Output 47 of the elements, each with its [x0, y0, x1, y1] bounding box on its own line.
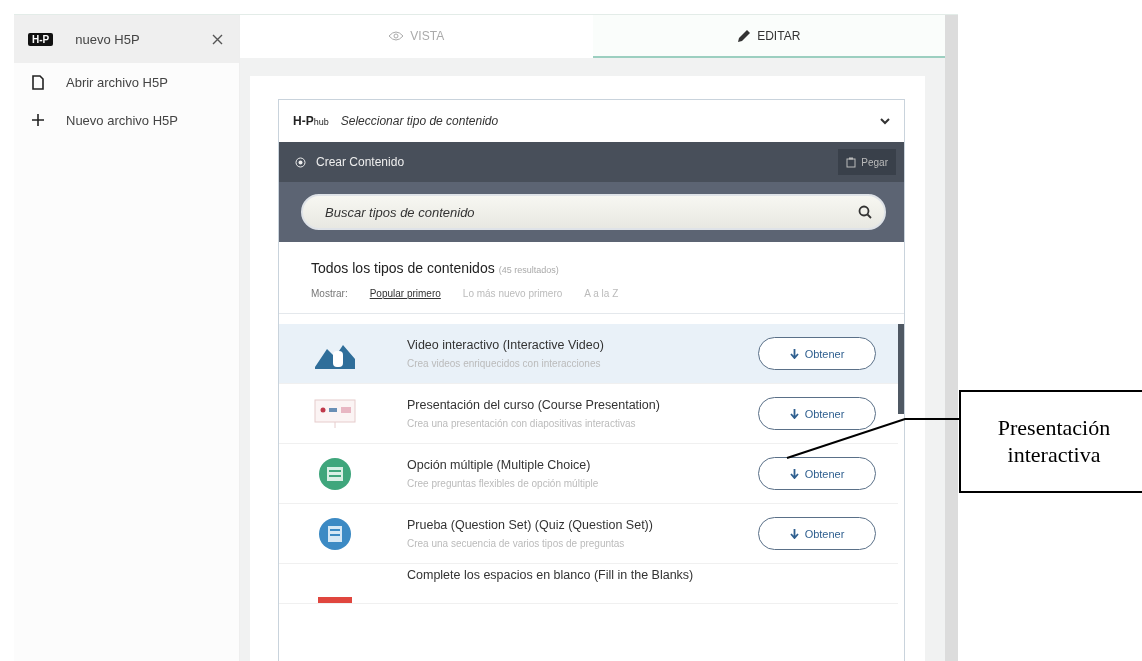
tab[interactable]: EDITAR: [592, 15, 945, 58]
search-icon: [858, 205, 872, 219]
content-type-title: Video interactivo (Interactive Video): [407, 338, 605, 352]
search-field[interactable]: Buscar tipos de contenido: [301, 194, 886, 230]
callout-text: Presentación interactiva: [959, 390, 1142, 493]
arrow-down-icon: [789, 468, 799, 479]
content-type-row[interactable]: Video interactivo (Interactive Video) Crea videos enriquecidos con interacciones Obtener: [279, 324, 898, 384]
content-type-description: Cree preguntas flexibles de opción múltiple: [407, 478, 600, 489]
get-button[interactable]: Obtener: [758, 517, 876, 550]
arrow-down-icon: [789, 528, 799, 539]
arrow-down-icon: [789, 408, 799, 419]
arrow-down-icon: [789, 348, 799, 359]
checklist-icon: [318, 456, 352, 491]
results-heading: Todos los tipos de contenidos: [311, 260, 495, 276]
radio-icon[interactable]: [295, 156, 306, 168]
sidebar-item[interactable]: Abrir archivo H5P: [14, 63, 239, 101]
content-type-selector[interactable]: H-Phub Seleccionar tipo de contenido: [279, 100, 904, 142]
create-content-label: Crear Contenido: [316, 155, 406, 169]
get-button[interactable]: Obtener: [758, 457, 876, 490]
eye-icon: [388, 30, 405, 41]
get-button[interactable]: Obtener: [758, 397, 876, 430]
clipboard-icon: [846, 156, 857, 168]
slide-presentation-icon: [313, 397, 357, 430]
pencil-icon: [737, 28, 752, 43]
paste-button[interactable]: Pegar: [838, 149, 896, 175]
close-icon[interactable]: [212, 33, 223, 45]
sort-label: Mostrar:: [311, 288, 348, 299]
content-type-title: Opción múltiple (Multiple Choice): [407, 458, 592, 472]
content-type-description: Crea una secuencia de varios tipos de preguntas: [407, 538, 626, 549]
sidebar-item[interactable]: H-P nuevo H5P: [14, 15, 239, 63]
get-button[interactable]: Obtener: [758, 337, 876, 370]
sidebar-item[interactable]: Nuevo archivo H5P: [14, 101, 239, 139]
hub-logo: H-Phub: [293, 114, 329, 128]
chevron-down-icon[interactable]: [880, 117, 890, 125]
window-scrollbar[interactable]: [945, 15, 958, 661]
h5p-logo: H-P: [28, 32, 54, 46]
content-type-title: Prueba (Question Set) (Quiz (Question Set)): [407, 518, 654, 532]
sort-option[interactable]: Popular primero: [369, 288, 441, 299]
file-icon: [32, 74, 44, 90]
content-type-description: Crea videos enriquecidos con interacciones: [407, 358, 602, 369]
content-type-description: Crea una presentación con diapositivas interactivas: [407, 418, 637, 429]
content-type-title: Complete los espacios en blanco (Fill in the Blanks): [407, 568, 695, 582]
plus-icon: [32, 114, 44, 126]
scrollbar-thumb[interactable]: [898, 324, 904, 414]
quiz-list-icon: [318, 516, 352, 551]
content-type-title: Presentación del curso (Course Presentation): [407, 398, 661, 412]
results-count: (45 resultados): [498, 265, 559, 275]
